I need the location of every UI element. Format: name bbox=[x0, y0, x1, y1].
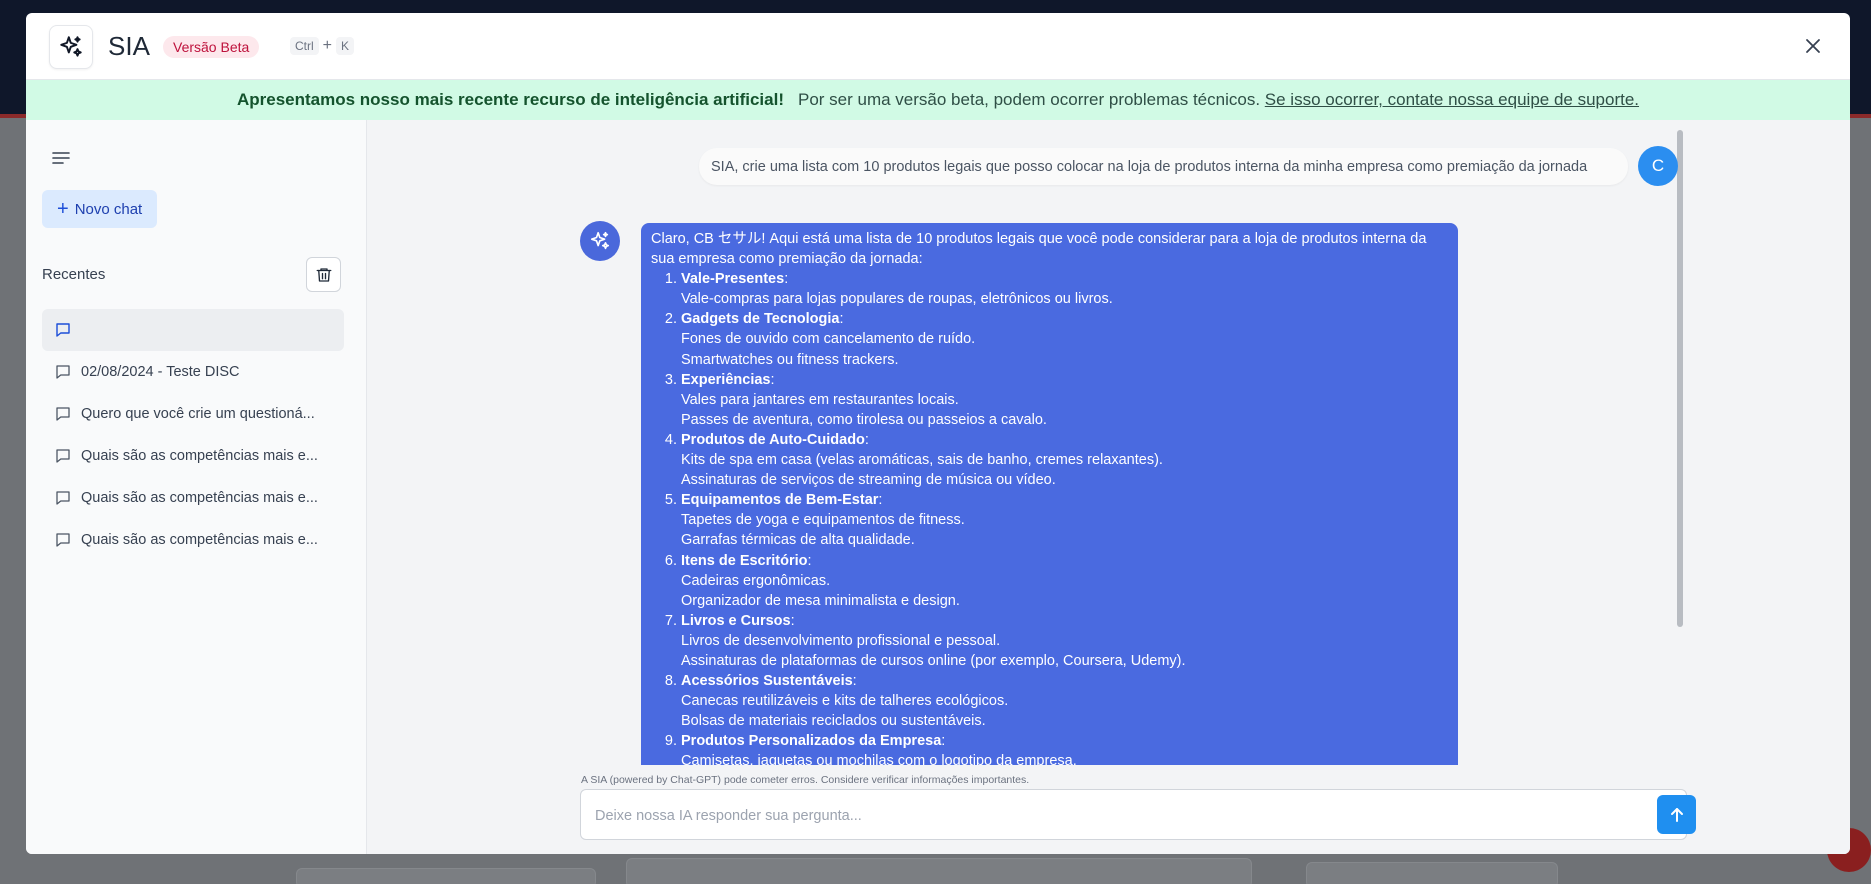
product-detail: Smartwatches ou fitness trackers. bbox=[681, 351, 899, 368]
sparkles-icon bbox=[60, 36, 82, 57]
product-detail: Tapetes de yoga e equipamentos de fitnes… bbox=[681, 512, 965, 529]
background-card bbox=[296, 868, 596, 884]
chat-list-item[interactable]: Quais são as competências mais e... bbox=[42, 435, 344, 477]
product-title: Produtos de Auto-Cuidado bbox=[681, 431, 865, 448]
product-detail: Canecas reutilizáveis e kits de talheres… bbox=[681, 693, 1009, 710]
product-list-item: Vale-Presentes:Vale-compras para lojas p… bbox=[681, 269, 1448, 309]
trash-icon bbox=[316, 267, 331, 282]
bot-product-list: Vale-Presentes:Vale-compras para lojas p… bbox=[681, 269, 1448, 765]
banner-text: Por ser uma versão beta, podem ocorrer p… bbox=[798, 90, 1261, 109]
chat-area: SIA, crie uma lista com 10 produtos lega… bbox=[367, 120, 1850, 854]
shortcut-plus: + bbox=[322, 37, 333, 54]
chat-list-item[interactable]: Quais são as competências mais e... bbox=[42, 519, 344, 561]
product-list-item: Experiências:Vales para jantares em rest… bbox=[681, 370, 1448, 430]
chat-list-item[interactable] bbox=[42, 309, 344, 351]
product-detail: Livros de desenvolvimento profissional e… bbox=[681, 632, 1001, 649]
close-icon bbox=[1806, 39, 1820, 53]
chat-bubble-icon bbox=[54, 489, 72, 507]
background-card bbox=[626, 858, 1252, 884]
chat-bubble-icon bbox=[54, 531, 72, 549]
product-list-item: Produtos de Auto-Cuidado:Kits de spa em … bbox=[681, 430, 1448, 490]
sidebar-toggle-button[interactable] bbox=[48, 145, 74, 171]
product-detail: Camisetas, jaquetas ou mochilas com o lo… bbox=[681, 753, 1077, 765]
chat-sidebar: + Novo chat Recentes 02/08/2024 - Teste … bbox=[26, 120, 367, 854]
sia-chat-modal: SIA Versão Beta Ctrl + K Apresentamos no… bbox=[26, 13, 1850, 854]
arrow-up-icon bbox=[1670, 807, 1683, 822]
plus-icon: + bbox=[57, 198, 69, 220]
product-list-item: Acessórios Sustentáveis:Canecas reutiliz… bbox=[681, 671, 1448, 731]
shortcut-key-ctrl: Ctrl bbox=[290, 37, 319, 55]
product-title: Produtos Personalizados da Empresa bbox=[681, 733, 942, 750]
user-message: SIA, crie uma lista com 10 produtos lega… bbox=[699, 148, 1628, 185]
product-detail: Cadeiras ergonômicas. bbox=[681, 572, 831, 589]
product-detail: Bolsas de materiais reciclados ou susten… bbox=[681, 713, 986, 730]
beta-badge: Versão Beta bbox=[163, 36, 260, 58]
product-detail: Assinaturas de plataformas de cursos onl… bbox=[681, 652, 1186, 669]
ai-disclaimer: A SIA (powered by Chat-GPT) pode cometer… bbox=[581, 774, 1030, 786]
recent-chats-heading: Recentes bbox=[42, 266, 106, 283]
product-list-item: Gadgets de Tecnologia:Fones de ouvido co… bbox=[681, 309, 1448, 369]
recent-chat-list: 02/08/2024 - Teste DISC Quero que você c… bbox=[42, 309, 344, 561]
chat-list-item[interactable]: Quais são as competências mais e... bbox=[42, 477, 344, 519]
bot-avatar bbox=[580, 221, 620, 261]
chat-bubble-icon bbox=[54, 447, 72, 465]
product-detail: Fones de ouvido com cancelamento de ruíd… bbox=[681, 331, 976, 348]
new-chat-button[interactable]: + Novo chat bbox=[42, 190, 158, 228]
keyboard-shortcut: Ctrl + K bbox=[290, 37, 355, 55]
chat-list-item[interactable]: Quero que você crie um questioná... bbox=[42, 393, 344, 435]
product-title: Experiências bbox=[681, 371, 771, 388]
new-chat-label: Novo chat bbox=[74, 200, 143, 218]
chat-list-item[interactable]: 02/08/2024 - Teste DISC bbox=[42, 351, 344, 393]
support-link[interactable]: Se isso ocorrer, contate nossa equipe de… bbox=[1265, 90, 1639, 109]
delete-chats-button[interactable] bbox=[306, 257, 341, 292]
message-composer bbox=[580, 789, 1696, 840]
background-card bbox=[1306, 862, 1558, 884]
user-avatar: C bbox=[1638, 146, 1678, 186]
product-detail: Assinaturas de serviços de streaming de … bbox=[681, 472, 1056, 489]
send-button[interactable] bbox=[1657, 795, 1696, 834]
product-list-item: Itens de Escritório:Cadeiras ergonômicas… bbox=[681, 551, 1448, 611]
product-list-item: Equipamentos de Bem-Estar:Tapetes de yog… bbox=[681, 490, 1448, 550]
product-title: Gadgets de Tecnologia bbox=[681, 311, 840, 328]
sia-logo bbox=[49, 25, 93, 69]
chat-list-item-label: Quero que você crie um questioná... bbox=[81, 406, 315, 422]
message-input[interactable] bbox=[595, 805, 1595, 827]
chat-list-item-label: Quais são as competências mais e... bbox=[81, 490, 318, 506]
chat-bubble-icon bbox=[54, 405, 72, 423]
product-detail: Garrafas térmicas de alta qualidade. bbox=[681, 532, 915, 549]
product-title: Livros e Cursos bbox=[681, 612, 791, 629]
chat-scrollbar-thumb[interactable] bbox=[1677, 130, 1683, 627]
menu-lines-icon bbox=[52, 152, 70, 164]
bot-message-intro: Claro, CB セサル! Aqui está uma lista de 10… bbox=[651, 231, 1427, 268]
product-list-item: Livros e Cursos:Livros de desenvolviment… bbox=[681, 611, 1448, 671]
product-detail: Vales para jantares em restaurantes loca… bbox=[681, 391, 959, 408]
product-detail: Vale-compras para lojas populares de rou… bbox=[681, 291, 1113, 308]
chat-bubble-icon bbox=[54, 321, 72, 339]
product-detail: Organizador de mesa minimalista e design… bbox=[681, 592, 960, 609]
app-title: SIA bbox=[108, 31, 150, 61]
chat-list-item-label: Quais são as competências mais e... bbox=[81, 532, 318, 548]
product-detail: Kits de spa em casa (velas aromáticas, s… bbox=[681, 452, 1163, 469]
chat-bubble-icon bbox=[54, 363, 72, 381]
chat-list-item-label: Quais são as competências mais e... bbox=[81, 448, 318, 464]
chat-list-item-label: 02/08/2024 - Teste DISC bbox=[81, 364, 240, 380]
modal-header: SIA Versão Beta Ctrl + K bbox=[26, 13, 1850, 80]
product-title: Equipamentos de Bem-Estar bbox=[681, 492, 879, 509]
beta-banner: Apresentamos nosso mais recente recurso … bbox=[26, 80, 1850, 120]
bot-message: Claro, CB セサル! Aqui está uma lista de 10… bbox=[641, 223, 1458, 765]
close-button[interactable] bbox=[1800, 33, 1826, 59]
product-title: Vale-Presentes bbox=[681, 271, 785, 288]
product-title: Acessórios Sustentáveis bbox=[681, 673, 853, 690]
shortcut-key-k: K bbox=[336, 37, 355, 55]
sparkles-icon bbox=[590, 231, 610, 250]
product-list-item: Produtos Personalizados da Empresa:Camis… bbox=[681, 731, 1448, 765]
product-detail: Passes de aventura, como tirolesa ou pas… bbox=[681, 411, 1047, 428]
product-title: Itens de Escritório bbox=[681, 552, 808, 569]
banner-headline: Apresentamos nosso mais recente recurso … bbox=[236, 90, 784, 109]
